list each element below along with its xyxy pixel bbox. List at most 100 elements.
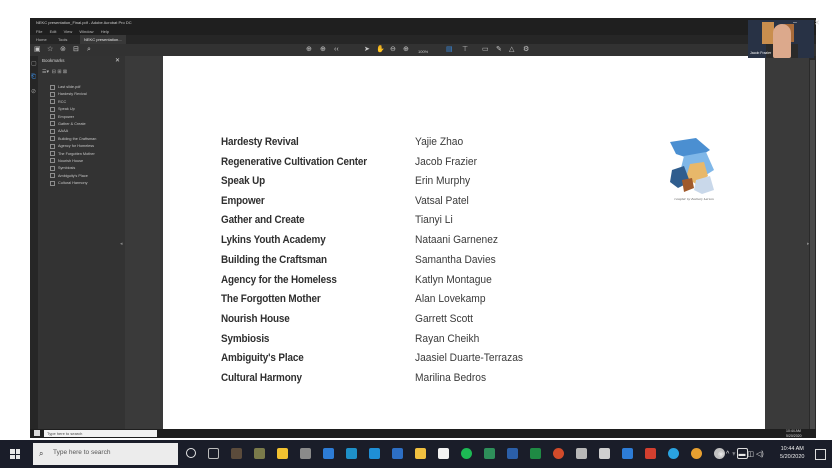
bookmark-icon — [50, 114, 55, 120]
page-nav-icon[interactable]: ‹‹ — [334, 46, 339, 54]
page-up-icon[interactable]: ⊕ — [306, 46, 312, 54]
bookmark-item[interactable]: Ambiguity's Place — [50, 173, 96, 180]
pen-icon[interactable]: ✎ — [496, 46, 502, 54]
taskbar-app-icons — [186, 448, 760, 466]
project-title: The Forgotten Mother — [221, 293, 321, 305]
bookmark-item[interactable]: Building the Craftsman — [50, 136, 96, 143]
share-icon[interactable]: ⚙ — [523, 46, 529, 54]
bookmark-item[interactable]: Cultural Harmony — [50, 180, 96, 187]
collapse-panel-icon[interactable]: ◂ — [120, 241, 123, 247]
bookmark-icon — [50, 180, 55, 186]
vertical-scrollbar[interactable] — [809, 56, 816, 438]
excel-icon[interactable] — [530, 448, 541, 459]
tab-home[interactable]: Home — [32, 35, 51, 44]
bookmark-item[interactable]: Speak Up — [50, 106, 96, 113]
star-icon[interactable]: ☆ — [47, 46, 53, 54]
bookmark-item[interactable]: AAAA — [50, 128, 96, 135]
file-explorer-icon[interactable] — [277, 448, 288, 459]
bookmark-icon — [50, 99, 55, 105]
minimize-icon[interactable]: – — [793, 19, 797, 26]
system-tray[interactable]: ◉ ^ ♆ ▬ ◫ ◁) — [718, 450, 764, 458]
task-view-icon[interactable] — [208, 448, 219, 459]
hand-tool-icon[interactable]: ✋ — [376, 46, 385, 54]
calculator-icon[interactable] — [300, 448, 311, 459]
bookmark-item[interactable]: The Forgotten Mother — [50, 151, 96, 158]
sign-icon[interactable]: △ — [509, 46, 514, 54]
menu-file[interactable]: File — [36, 29, 42, 34]
close-icon[interactable]: ✕ — [115, 57, 120, 64]
bookmark-icon — [50, 91, 55, 97]
window-title: NEKC presentation_Final.pdf - Adobe Acro… — [36, 20, 132, 25]
app-icon[interactable] — [668, 448, 679, 459]
tab-tools[interactable]: Tools — [54, 35, 71, 44]
windows-start-icon[interactable] — [10, 449, 20, 459]
acrobat-icon[interactable] — [645, 448, 656, 459]
scrollbar-thumb[interactable] — [810, 60, 815, 430]
bookmark-tools[interactable]: ☰▾ ⊟ ⊞ ⊠ — [42, 69, 67, 75]
bookmark-icon — [50, 84, 55, 90]
bookmark-list: Last slide.pdf Hardesty Revival RCC Spea… — [50, 84, 96, 187]
left-gutter: ◂ — [120, 56, 163, 438]
attachments-icon[interactable]: ⊘ — [31, 88, 36, 95]
app-icon[interactable] — [323, 448, 334, 459]
inner-start-icon[interactable] — [34, 430, 40, 436]
store-icon[interactable] — [346, 448, 357, 459]
bookmark-item[interactable]: Agency for Homeless — [50, 143, 96, 150]
project-title: Ambiguity's Place — [221, 352, 304, 364]
inner-search-input[interactable]: Type here to search — [44, 430, 157, 437]
zoom-out-icon[interactable]: ⊖ — [390, 46, 396, 54]
bookmark-item[interactable]: Hardesty Revival — [50, 91, 96, 98]
app-icon[interactable] — [599, 448, 610, 459]
notifications-icon[interactable] — [815, 449, 826, 460]
search-icon[interactable]: ⌕ — [87, 46, 91, 54]
student-name: Nataani Garnenez — [415, 234, 499, 246]
zoom-level[interactable]: 100% — [418, 48, 428, 56]
taskbar-clock[interactable]: 10:44 AM 5/20/2020 — [780, 445, 804, 461]
bookmark-item[interactable]: Gather & Create — [50, 121, 96, 128]
spotify-icon[interactable] — [461, 448, 472, 459]
save-icon[interactable]: ▣ — [34, 46, 41, 54]
student-name: Yajie Zhao — [415, 136, 464, 148]
project-title: Gather and Create — [221, 214, 305, 226]
select-cursor-icon[interactable]: ➤ — [364, 46, 370, 54]
bookmark-item[interactable]: Nourish House — [50, 158, 96, 165]
app-icon[interactable] — [231, 448, 242, 459]
bookmarks-icon[interactable]: ⎗ — [31, 74, 36, 81]
menu-view[interactable]: View — [64, 29, 73, 34]
mail-icon[interactable] — [369, 448, 380, 459]
app-icon[interactable] — [576, 448, 587, 459]
bookmark-item[interactable]: Empower — [50, 114, 96, 121]
bookmark-item[interactable]: Last slide.pdf — [50, 84, 96, 91]
app-icon[interactable] — [438, 448, 449, 459]
print-icon[interactable]: ⊟ — [73, 46, 79, 54]
app-icon[interactable] — [415, 448, 426, 459]
tab-document[interactable]: NEKC presentation... — [80, 35, 126, 44]
app-icon[interactable] — [553, 448, 564, 459]
ruler-icon[interactable]: ⊤ — [462, 46, 468, 54]
menu-help[interactable]: Help — [101, 29, 109, 34]
taskbar-search-input[interactable]: ⌕ Type here to search — [33, 443, 178, 465]
bookmark-icon — [50, 158, 55, 164]
cortana-icon[interactable] — [186, 448, 196, 458]
close-window-icon[interactable]: ✕ — [814, 19, 820, 27]
menu-window[interactable]: Window — [79, 29, 93, 34]
app-icon[interactable] — [622, 448, 633, 459]
app-icon[interactable] — [392, 448, 403, 459]
upload-icon[interactable]: ⊚ — [60, 46, 66, 54]
zoom-in-icon[interactable]: ⊕ — [403, 46, 409, 54]
left-tool-strip: ▢ ⎗ ⊘ — [30, 56, 38, 438]
app-icon[interactable] — [507, 448, 518, 459]
windows-taskbar: ⌕ Type here to search ◉ ^ ♆ ▬ ◫ ◁) 10:44… — [0, 440, 832, 468]
app-icon[interactable] — [484, 448, 495, 459]
comment-icon[interactable]: ▭ — [482, 46, 489, 54]
bookmark-item[interactable]: RCC — [50, 99, 96, 106]
app-icon[interactable] — [254, 448, 265, 459]
bookmark-item[interactable]: Symbiosis — [50, 165, 96, 172]
menu-edit[interactable]: Edit — [50, 29, 57, 34]
page-thumbnails-icon[interactable]: ▢ — [31, 60, 37, 67]
page-fit-icon[interactable]: ▤ — [446, 46, 453, 54]
page-down-icon[interactable]: ⊕ — [320, 46, 326, 54]
bookmark-icon — [50, 173, 55, 179]
title-bar: NEKC presentation_Final.pdf - Adobe Acro… — [30, 18, 816, 28]
chrome-icon[interactable] — [691, 448, 702, 459]
